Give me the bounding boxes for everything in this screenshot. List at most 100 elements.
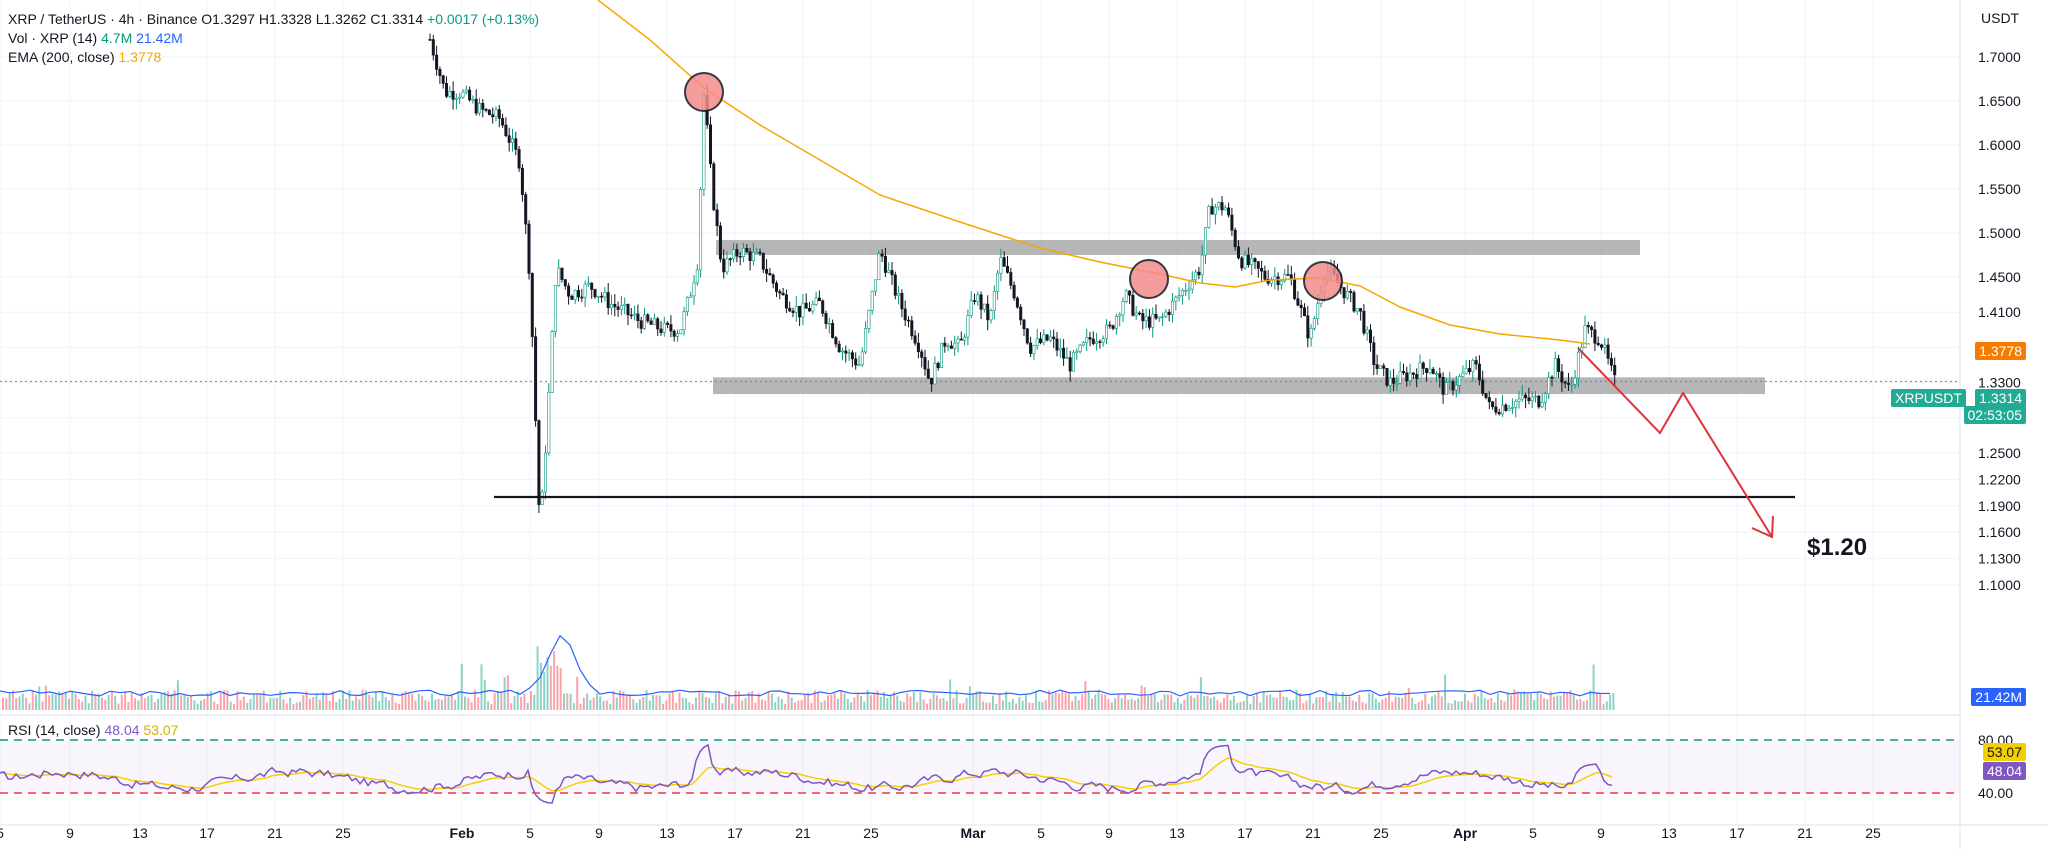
volume-bar [490,703,493,710]
candle-body [1484,393,1488,398]
candle-body [784,294,788,309]
volume-bar [487,701,490,710]
candle-body [431,39,435,56]
candle-body [761,252,765,270]
volume-bar [569,693,572,710]
volume-bar [1239,701,1242,710]
candle-body [1151,313,1155,328]
volume-bar [1289,700,1291,710]
volume-bar [853,697,856,710]
candle-body [1022,319,1026,330]
candle-body [1147,316,1151,328]
volume-bar [1279,690,1282,710]
candle-body [817,297,821,302]
volume-bar [879,696,882,710]
volume-bar [1536,692,1539,710]
volume-bar [1110,702,1113,710]
volume-bar [1368,693,1371,710]
currency-label[interactable]: USDT [1981,10,2019,26]
symbol-title: XRP / TetherUS · 4h · Binance [8,11,198,27]
volume-bar [995,703,998,710]
volume-bar [820,702,823,710]
candle-body [840,350,844,353]
candle-body [1378,365,1382,369]
time-tick-label: 13 [1661,825,1677,841]
volume-bar [1348,696,1351,710]
candle-body [484,109,488,111]
volume-bar [81,701,84,710]
volume-bar [1526,693,1529,710]
volume-bar [44,685,47,710]
candle-body [583,283,587,298]
candle-body [1481,379,1485,394]
volume-bar [87,703,90,710]
volume-bar [1272,697,1275,710]
candle-body [1200,254,1204,276]
candle-body [745,247,749,253]
candle-body [735,249,739,257]
volume-bar [8,693,11,710]
candle-body [1157,316,1161,319]
candle-body [1299,304,1303,309]
candle-body [1415,374,1419,379]
time-tick-label: 25 [1865,825,1881,841]
volume-bar [381,690,384,710]
ema-price-tag: 1.3778 [1975,342,2026,360]
volume-bar [1411,697,1414,710]
volume-bar [1117,694,1120,710]
candle-body [1154,313,1158,319]
volume-bar [1170,694,1173,710]
candle-body [1144,316,1148,322]
candle-body [1501,404,1505,415]
volume-bar [1427,703,1430,710]
volume-bar [1477,696,1480,710]
volume-bar [935,695,938,710]
volume-bar [1361,702,1364,710]
candle-body [1421,362,1425,369]
volume-bar [906,693,909,710]
volume-bar [1058,693,1060,710]
volume-bar [1186,694,1189,710]
chart-canvas[interactable]: 80.0040.00 1.7000 1.6500 1.6000 1.5500 1.500… [0,0,2048,849]
time-tick-label: Feb [450,825,475,841]
candle-body [1243,254,1247,269]
volume-bar [1008,702,1011,710]
candle-body [652,318,656,325]
candle-body [788,307,792,312]
candle-body [837,343,841,353]
volume-bar [965,697,968,710]
candle-body [1002,257,1006,267]
candle-body [972,300,976,302]
volume-bar [797,700,800,710]
volume-bar [704,697,707,710]
candle-body [936,362,940,368]
volume-bar [533,694,536,710]
candle-body [596,295,600,298]
volume-bar [1384,697,1387,710]
volume-bar [28,703,31,710]
price-tick-label: 1.2200 [1978,471,2021,487]
candle-body [1118,314,1122,317]
candle-body [1009,272,1013,286]
candle-body [1573,377,1577,385]
candle-body [1557,358,1561,372]
volume-bar [787,691,790,710]
candle-body [1514,400,1518,408]
volume-bar [724,697,727,710]
volume-bar [731,703,734,710]
volume-bar [11,690,14,710]
candle-body [831,323,835,338]
time-tick-label: 25 [1373,825,1389,841]
candle-body [1005,265,1009,273]
time-tick-label: 25 [335,825,351,841]
volume-bar [61,692,64,710]
candle-body [534,336,538,421]
candle-body [778,291,782,294]
candle-body [1062,347,1066,359]
volume-bar [1265,695,1268,710]
ema-label: EMA (200, close) [8,49,115,65]
candle-body [461,91,465,98]
volume-bar [1091,698,1093,710]
volume-bar [1203,695,1206,710]
candle-body [468,89,472,101]
